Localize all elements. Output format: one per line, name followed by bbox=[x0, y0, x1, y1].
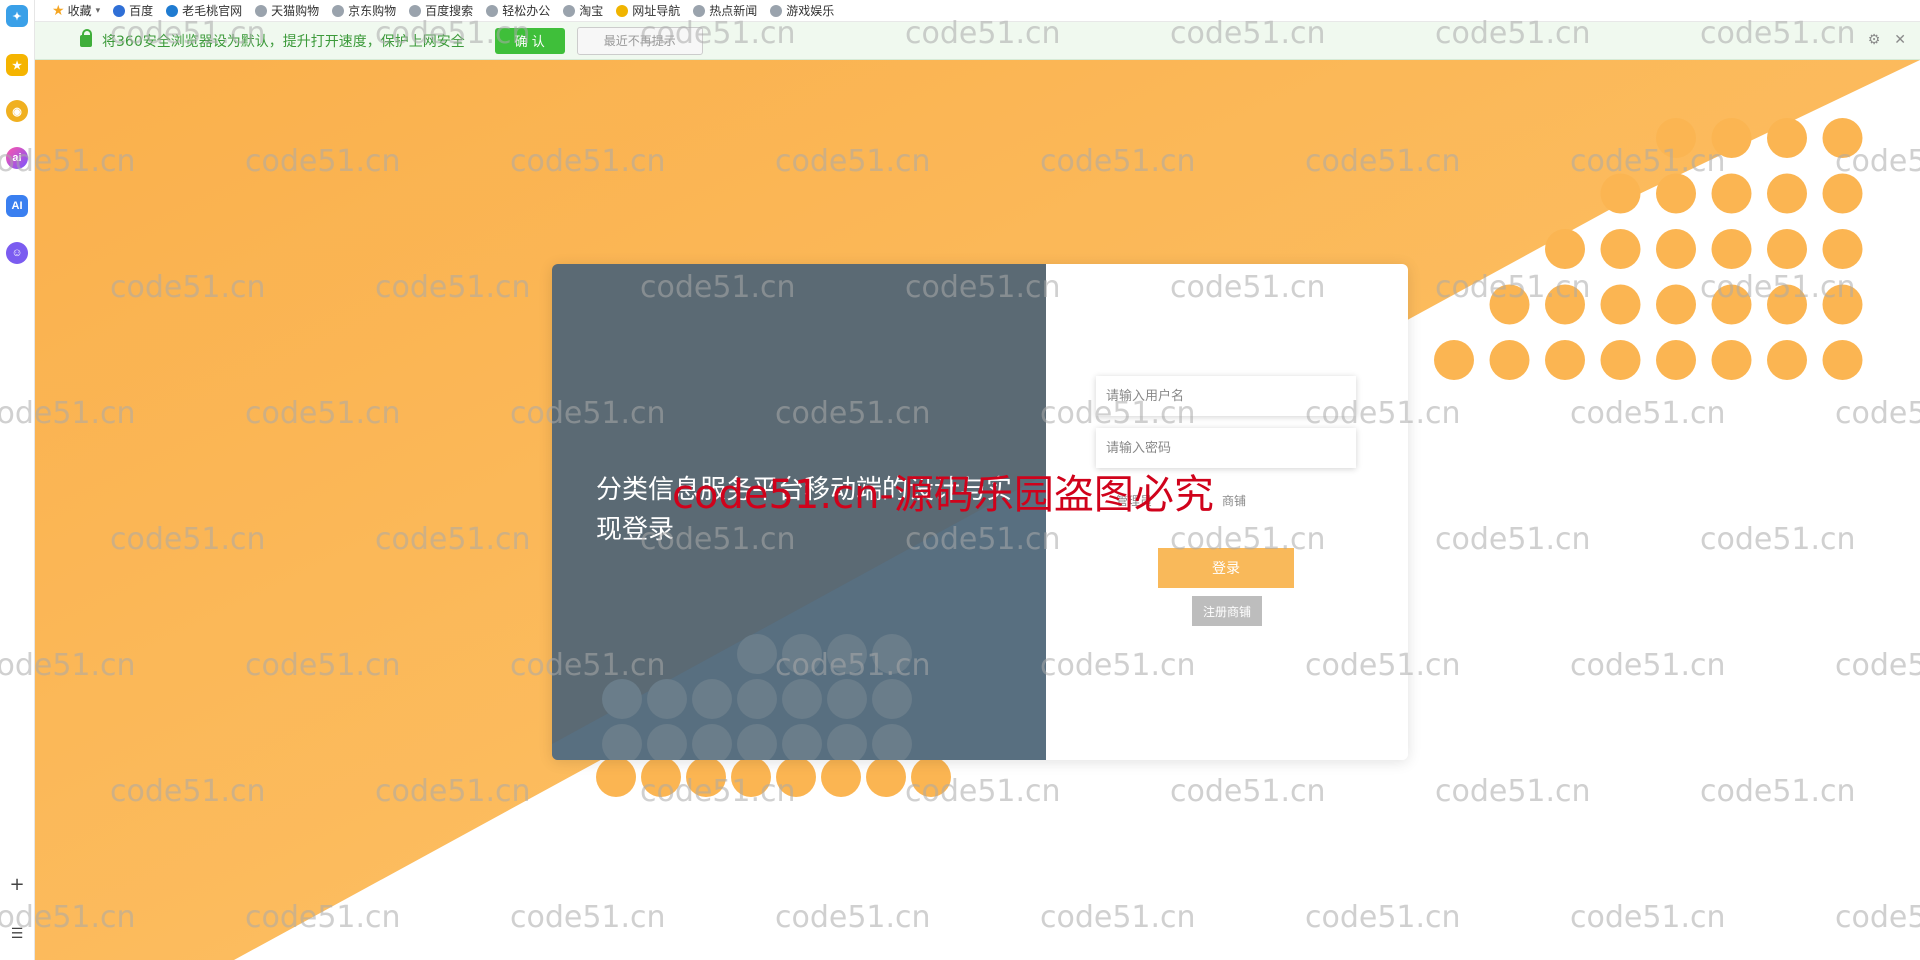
decorative-dot bbox=[1822, 229, 1863, 269]
decorative-dot bbox=[1711, 284, 1752, 325]
globe-icon bbox=[409, 4, 422, 17]
decorative-dot bbox=[827, 679, 867, 719]
decorative-dot bbox=[1656, 340, 1696, 380]
globe-icon bbox=[770, 4, 783, 17]
globe-icon bbox=[486, 4, 499, 17]
username-input[interactable] bbox=[1096, 376, 1356, 416]
decorative-dot bbox=[596, 757, 636, 797]
decorative-dot bbox=[1711, 173, 1752, 214]
globe-icon bbox=[693, 4, 706, 17]
decorative-dot bbox=[911, 757, 951, 797]
assistant-robot-icon[interactable]: ◉ bbox=[6, 100, 28, 122]
decorative-dot bbox=[1711, 118, 1752, 158]
browser-sidebar: ✦ ★ ◉ ai AI ☺ + ☰ bbox=[0, 0, 35, 960]
decorative-dot bbox=[872, 679, 912, 719]
decorative-dot bbox=[872, 634, 912, 674]
new-tab-icon[interactable]: ✦ bbox=[6, 5, 28, 27]
decorative-dot bbox=[827, 634, 867, 674]
compass-icon bbox=[616, 4, 629, 17]
bookmark-games[interactable]: 游戏娱乐 bbox=[770, 2, 834, 19]
globe-icon bbox=[563, 4, 576, 17]
notice-text: 将360安全浏览器设为默认，提升打开速度，保护上网安全 bbox=[102, 33, 465, 50]
bookmark-baidu-search[interactable]: 百度搜索 bbox=[409, 2, 473, 19]
decorative-dot bbox=[1434, 340, 1474, 380]
decorative-dot bbox=[1656, 173, 1696, 214]
globe-icon bbox=[166, 4, 179, 17]
decorative-dot bbox=[782, 634, 822, 674]
register-shop-button[interactable]: 注册商铺 bbox=[1192, 596, 1262, 626]
decorative-dot bbox=[1656, 118, 1696, 158]
bookmark-baidu[interactable]: 百度 bbox=[113, 2, 153, 19]
bookmark-news[interactable]: 热点新闻 bbox=[693, 2, 757, 19]
decorative-dot bbox=[1822, 173, 1863, 214]
decorative-dot bbox=[1822, 284, 1863, 325]
decorative-dot bbox=[737, 634, 777, 674]
paw-icon bbox=[113, 4, 126, 17]
red-watermark: code51.cn-源码乐园盗图必究 bbox=[672, 472, 1214, 518]
decorative-dot bbox=[1656, 284, 1696, 325]
decorative-dot bbox=[692, 679, 732, 719]
dont-remind-button[interactable]: 最近不再提示 bbox=[576, 26, 703, 55]
decorative-dot bbox=[1822, 118, 1863, 158]
bookmark-office[interactable]: 轻松办公 bbox=[486, 2, 550, 19]
close-icon[interactable]: ✕ bbox=[1894, 32, 1906, 48]
decorative-dot bbox=[1822, 340, 1863, 380]
bookmark-laomaotao[interactable]: 老毛桃官网 bbox=[166, 2, 242, 19]
decorative-dot bbox=[1489, 340, 1530, 380]
chat-ghost-icon[interactable]: ☺ bbox=[6, 242, 28, 264]
star-icon: ★ bbox=[52, 2, 65, 19]
decorative-dot bbox=[1545, 229, 1585, 269]
decorative-dot bbox=[1767, 118, 1807, 158]
confirm-button[interactable]: 确 认 bbox=[494, 27, 565, 54]
dot-pattern-top-right bbox=[1434, 118, 1863, 380]
bookmark-jd[interactable]: 京东购物 bbox=[332, 2, 396, 19]
decorative-dot bbox=[1489, 284, 1530, 325]
role-shop-option[interactable]: 商铺 bbox=[1222, 492, 1246, 509]
bookmark-tmall[interactable]: 天猫购物 bbox=[255, 2, 319, 19]
decorative-dot bbox=[782, 679, 822, 719]
login-button[interactable]: 登录 bbox=[1158, 548, 1294, 588]
decorative-dot bbox=[602, 679, 642, 719]
decorative-dot bbox=[776, 757, 816, 797]
decorative-dot bbox=[647, 679, 687, 719]
decorative-dot bbox=[1711, 229, 1752, 269]
decorative-dot bbox=[641, 757, 681, 797]
bookmark-favorites[interactable]: ★ 收藏 ▾ bbox=[52, 2, 100, 19]
decorative-dot bbox=[737, 679, 777, 719]
decorative-dot bbox=[1656, 229, 1696, 269]
decorative-dot bbox=[1600, 284, 1641, 325]
decorative-dot bbox=[731, 757, 771, 797]
decorative-dot bbox=[1711, 340, 1752, 380]
globe-icon bbox=[332, 4, 345, 17]
lock-icon bbox=[80, 28, 92, 47]
bookmark-taobao[interactable]: 淘宝 bbox=[563, 2, 603, 19]
decorative-dot bbox=[1600, 340, 1641, 380]
settings-gear-icon[interactable]: ⚙ bbox=[1868, 32, 1881, 48]
chevron-down-icon: ▾ bbox=[95, 5, 101, 16]
ai-gradient-icon[interactable]: ai bbox=[6, 147, 28, 169]
decorative-dot bbox=[686, 757, 726, 797]
decorative-dot bbox=[1545, 284, 1585, 325]
ai-badge-icon[interactable]: AI bbox=[6, 195, 28, 217]
favorites-star-icon[interactable]: ★ bbox=[6, 54, 28, 76]
bookmark-nav[interactable]: 网址导航 bbox=[616, 2, 680, 19]
menu-icon[interactable]: ☰ bbox=[0, 926, 34, 942]
add-icon[interactable]: + bbox=[0, 874, 34, 895]
decorative-dot bbox=[1767, 173, 1807, 214]
decorative-dot bbox=[1600, 173, 1641, 214]
decorative-dot bbox=[821, 757, 861, 797]
globe-icon bbox=[255, 4, 268, 17]
default-browser-notice: 将360安全浏览器设为默认，提升打开速度，保护上网安全 确 认 最近不再提示 ⚙… bbox=[34, 22, 1920, 60]
decorative-dot bbox=[1767, 340, 1807, 380]
decorative-dot bbox=[866, 757, 906, 797]
bookmarks-bar: ★ 收藏 ▾ 百度 老毛桃官网 天猫购物 京东购物 百度搜索 轻松办公 淘宝 网址导… bbox=[34, 0, 1920, 22]
decorative-dot bbox=[1545, 340, 1585, 380]
decorative-dot bbox=[1600, 229, 1641, 269]
decorative-dot bbox=[1767, 229, 1807, 269]
decorative-dot bbox=[1767, 284, 1807, 325]
